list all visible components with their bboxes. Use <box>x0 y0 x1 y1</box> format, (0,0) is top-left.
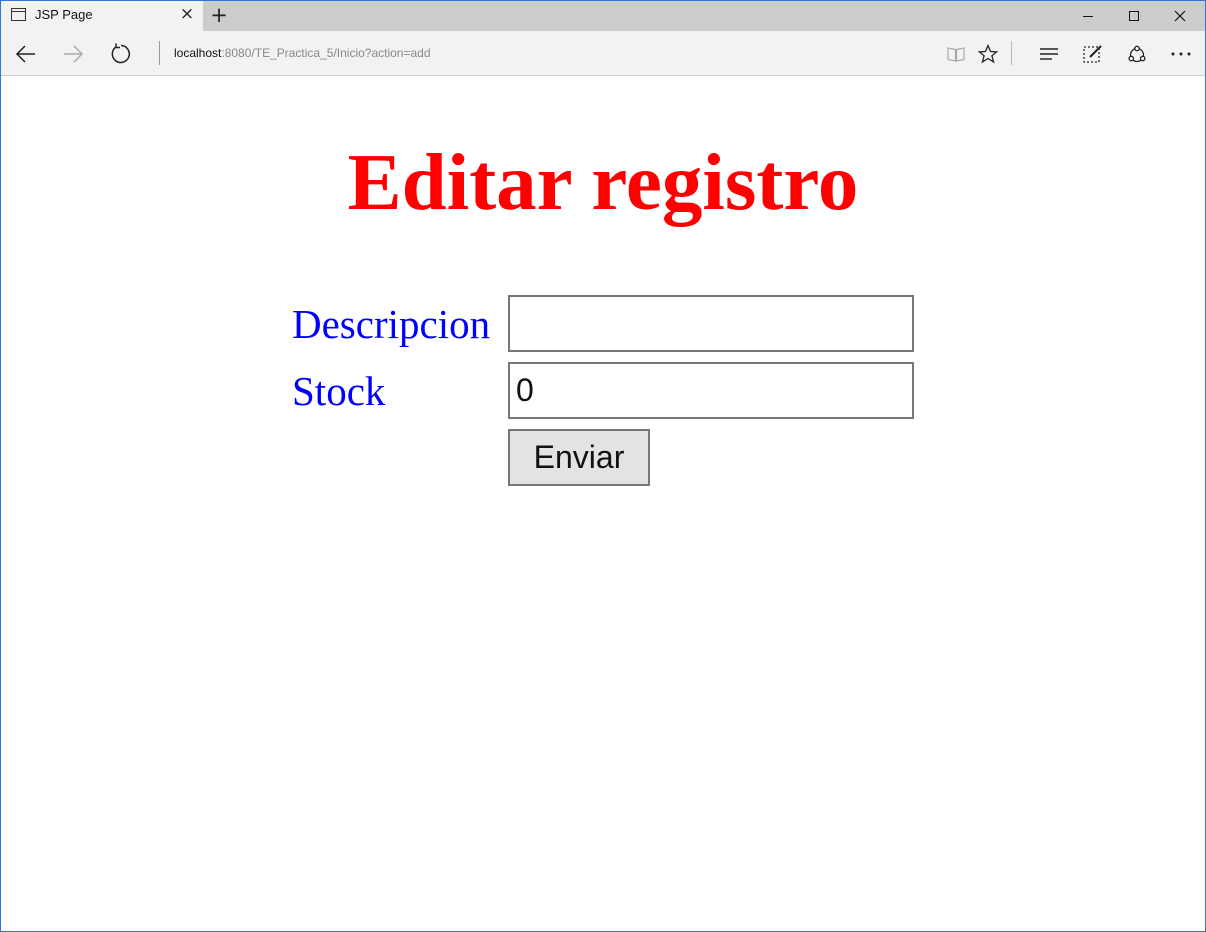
descripcion-input[interactable] <box>508 295 914 352</box>
stock-input[interactable] <box>508 362 914 419</box>
hub-button[interactable] <box>1034 39 1064 69</box>
page-title: Editar registro <box>347 137 859 227</box>
stock-label: Stock <box>292 368 386 414</box>
enviar-button[interactable]: Enviar <box>508 429 650 486</box>
address-host: localhost <box>174 46 222 60</box>
web-note-icon <box>1083 45 1102 63</box>
tab-close-icon[interactable]: × <box>179 5 195 23</box>
refresh-icon <box>111 43 130 64</box>
forward-button[interactable] <box>58 39 88 69</box>
reading-view-button[interactable] <box>941 39 971 69</box>
navigation-bar: localhost:8080/TE_Practica_5/Inicio?acti… <box>1 31 1205 76</box>
share-icon <box>1128 45 1146 63</box>
address-divider <box>159 41 160 65</box>
more-button[interactable] <box>1166 39 1196 69</box>
share-button[interactable] <box>1122 39 1152 69</box>
maximize-icon <box>1129 11 1139 21</box>
star-icon <box>978 44 998 64</box>
page-content: Editar registro Descripcion Stock Enviar <box>1 76 1205 931</box>
toolbar-divider <box>1011 41 1012 65</box>
descripcion-label: Descripcion <box>292 301 491 347</box>
minimize-button[interactable] <box>1065 1 1111 31</box>
web-note-button[interactable] <box>1078 39 1108 69</box>
book-icon <box>947 47 965 62</box>
close-icon <box>1174 10 1186 22</box>
page-icon <box>11 8 26 21</box>
minimize-icon <box>1083 16 1093 17</box>
address-path: :8080/TE_Practica_5/Inicio?action=add <box>221 46 431 60</box>
favorite-button[interactable] <box>973 39 1003 69</box>
tab-strip: JSP Page × + <box>1 1 1205 31</box>
address-bar[interactable]: localhost:8080/TE_Practica_5/Inicio?acti… <box>174 46 431 60</box>
new-tab-button[interactable]: + <box>209 3 229 27</box>
hub-icon <box>1040 48 1058 60</box>
forward-arrow-icon <box>64 45 84 63</box>
browser-tab[interactable]: JSP Page × <box>1 1 203 31</box>
back-arrow-icon <box>15 45 35 63</box>
browser-window: JSP Page × + localhost:8080/TE_Practica_… <box>0 0 1206 932</box>
maximize-button[interactable] <box>1111 1 1157 31</box>
close-window-button[interactable] <box>1157 1 1203 31</box>
more-icon <box>1171 52 1191 56</box>
refresh-button[interactable] <box>106 39 136 69</box>
tab-title: JSP Page <box>35 7 93 22</box>
back-button[interactable] <box>11 39 41 69</box>
